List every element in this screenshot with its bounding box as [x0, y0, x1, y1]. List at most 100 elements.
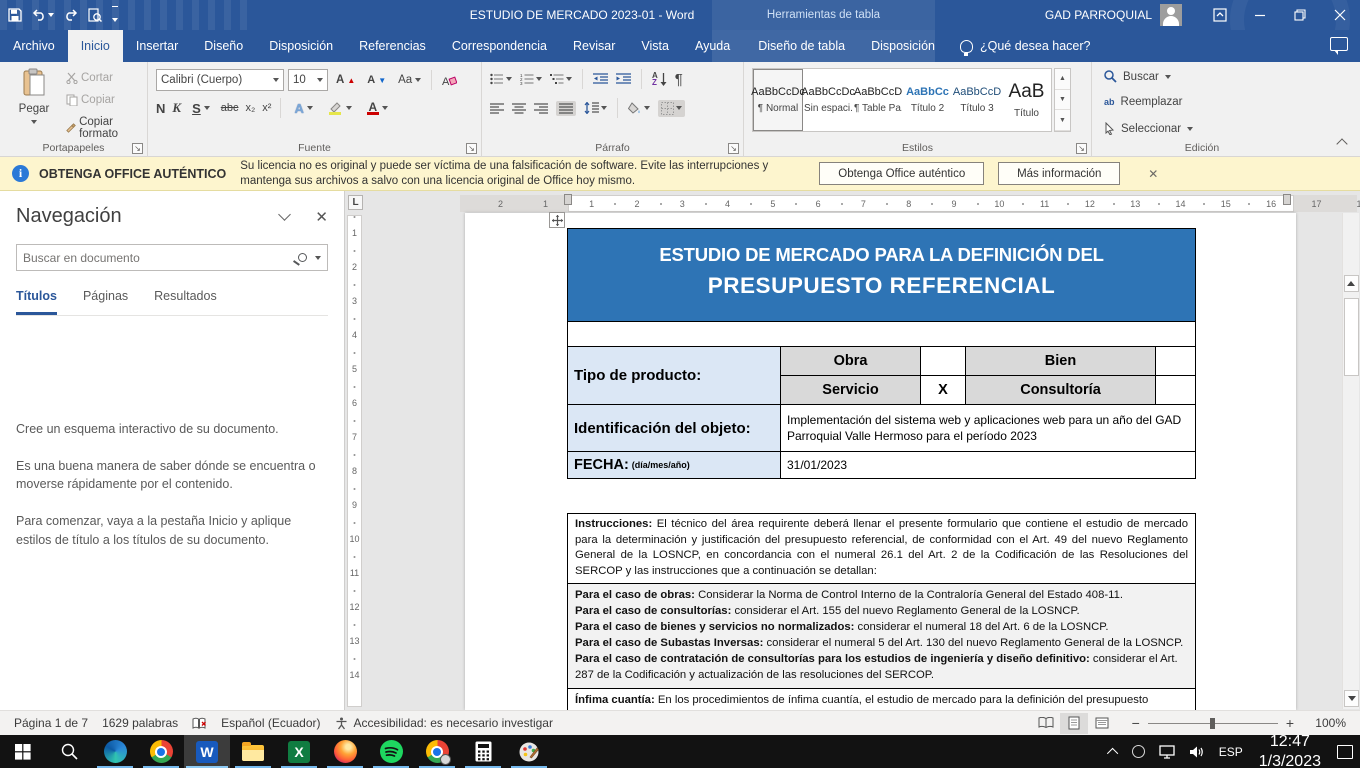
decrease-indent-button[interactable] [593, 73, 608, 85]
proofing-status[interactable] [192, 717, 207, 730]
sort-button[interactable]: AZ [652, 72, 667, 86]
document-search-box[interactable] [16, 244, 328, 271]
style-titulo-2[interactable]: AaBbCcTítulo 2 [903, 69, 952, 131]
instructions-notes[interactable]: Ínfima cuantía: En los procedimientos de… [568, 689, 1195, 711]
taskbar-word[interactable]: W [184, 735, 230, 768]
network-icon[interactable] [1152, 735, 1182, 768]
taskbar-edge[interactable] [92, 735, 138, 768]
strikethrough-button[interactable]: abc [221, 102, 239, 114]
feedback-icon[interactable] [1330, 37, 1348, 51]
dialog-launcher-icon[interactable]: ↘ [132, 143, 143, 154]
shading-button[interactable] [628, 102, 650, 114]
style-sin-espaciado[interactable]: AaBbCcDcSin espaci... [803, 69, 853, 131]
tab-correspondencia[interactable]: Correspondencia [439, 30, 560, 62]
navigation-close-icon[interactable]: ✕ [315, 208, 328, 226]
minimize-button[interactable] [1240, 0, 1280, 30]
onedrive-tray-icon[interactable] [1125, 735, 1152, 768]
search-icon[interactable] [298, 253, 307, 262]
cell-consultoria-mark[interactable] [1156, 376, 1195, 405]
align-left-button[interactable] [490, 103, 504, 114]
borders-button[interactable] [658, 100, 685, 117]
instructions-intro[interactable]: Instrucciones: El técnico del área requi… [568, 514, 1195, 584]
tab-diseno[interactable]: Diseño [191, 30, 256, 62]
paste-button[interactable]: Pegar [8, 68, 60, 127]
accessibility-status[interactable]: Accesibilidad: es necesario investigar [335, 716, 553, 730]
text-effects-button[interactable]: A [290, 99, 316, 118]
restore-button[interactable] [1280, 0, 1320, 30]
numbering-button[interactable]: 123 [520, 73, 542, 85]
undo-dropdown-caret[interactable] [48, 13, 54, 17]
vertical-scrollbar[interactable] [1342, 213, 1359, 709]
line-spacing-button[interactable] [584, 102, 607, 114]
shrink-font-button[interactable]: A▼ [363, 72, 390, 88]
cell-bien-mark[interactable] [1156, 347, 1195, 376]
bullets-button[interactable] [490, 73, 512, 85]
get-office-button[interactable]: Obtenga Office auténtico [819, 162, 984, 185]
tab-archivo[interactable]: Archivo [0, 30, 68, 62]
select-button[interactable]: Seleccionar [1104, 122, 1193, 135]
dialog-launcher-icon[interactable]: ↘ [466, 143, 477, 154]
ribbon-display-options-button[interactable] [1200, 0, 1240, 30]
collapse-ribbon-button[interactable] [1336, 138, 1347, 149]
taskbar-chrome-profile[interactable] [414, 735, 460, 768]
taskbar-spotify[interactable] [368, 735, 414, 768]
subscript-button[interactable]: x₂ [245, 102, 255, 114]
underline-button[interactable]: S [188, 99, 214, 118]
highlight-button[interactable] [324, 99, 356, 117]
taskbar-file-explorer[interactable] [230, 735, 276, 768]
dialog-launcher-icon[interactable]: ↘ [728, 143, 739, 154]
zoom-slider[interactable]: − + [1132, 715, 1294, 731]
taskbar-firefox[interactable] [322, 735, 368, 768]
zoom-track[interactable] [1148, 723, 1278, 724]
font-size-combo[interactable]: 10 [288, 69, 328, 91]
cell-bien[interactable]: Bien [966, 347, 1156, 376]
print-preview-button[interactable] [88, 8, 102, 22]
language-indicator[interactable]: Español (Ecuador) [221, 716, 320, 730]
word-count[interactable]: 1629 palabras [102, 716, 178, 730]
nav-tab-titulos[interactable]: Títulos [16, 289, 57, 315]
copy-button[interactable]: Copiar [62, 92, 147, 108]
indent-marker[interactable] [564, 194, 572, 205]
align-right-button[interactable] [534, 103, 548, 114]
cell-servicio[interactable]: Servicio [781, 376, 921, 405]
nav-tab-paginas[interactable]: Páginas [83, 289, 128, 315]
gallery-up-button[interactable]: ▲ [1055, 69, 1070, 90]
style-titulo-3[interactable]: AaBbCcDTítulo 3 [952, 69, 1002, 131]
cell-obra[interactable]: Obra [781, 347, 921, 376]
zoom-level[interactable]: 100% [1308, 716, 1346, 730]
multilevel-list-button[interactable] [550, 73, 572, 85]
dialog-launcher-icon[interactable]: ↘ [1076, 143, 1087, 154]
tab-disposicion[interactable]: Disposición [256, 30, 346, 62]
read-mode-button[interactable] [1032, 713, 1060, 734]
gallery-more-button[interactable]: ▼ [1055, 110, 1070, 131]
identificacion-value[interactable]: Implementación del sistema web y aplicac… [781, 405, 1195, 452]
tab-referencias[interactable]: Referencias [346, 30, 439, 62]
taskbar-excel[interactable]: X [276, 735, 322, 768]
table-move-handle[interactable] [549, 212, 565, 228]
taskbar-clock[interactable]: 12:47 1/3/2023 [1250, 732, 1330, 768]
scroll-down-button[interactable] [1344, 690, 1359, 707]
search-input[interactable] [23, 251, 298, 265]
start-button[interactable] [0, 735, 46, 768]
replace-button[interactable]: ab Reemplazar [1104, 96, 1183, 108]
account-name[interactable]: GAD PARROQUIAL [1045, 8, 1152, 22]
style-table-paragraph[interactable]: AaBbCcD¶ Table Pa... [853, 69, 903, 131]
cell-obra-mark[interactable] [921, 347, 966, 376]
taskbar-calculator[interactable] [460, 735, 506, 768]
right-indent-marker[interactable] [1283, 194, 1291, 205]
redo-button[interactable] [64, 9, 78, 21]
superscript-button[interactable]: x² [262, 102, 271, 114]
style-normal[interactable]: AaBbCcDc¶ Normal [753, 69, 803, 131]
undo-button[interactable] [32, 9, 54, 21]
tab-vista[interactable]: Vista [628, 30, 682, 62]
style-titulo[interactable]: AaBTítulo [1002, 69, 1051, 131]
tab-stop-selector[interactable]: L [348, 195, 363, 210]
gallery-down-button[interactable]: ▼ [1055, 90, 1070, 111]
zoom-out-button[interactable]: − [1132, 715, 1140, 731]
increase-indent-button[interactable] [616, 73, 631, 85]
volume-icon[interactable] [1182, 735, 1212, 768]
save-button[interactable] [8, 8, 22, 22]
align-center-button[interactable] [512, 103, 526, 114]
format-painter-button[interactable]: Copiar formato [62, 114, 147, 142]
tell-me-box[interactable]: ¿Qué desea hacer? [948, 30, 1103, 62]
